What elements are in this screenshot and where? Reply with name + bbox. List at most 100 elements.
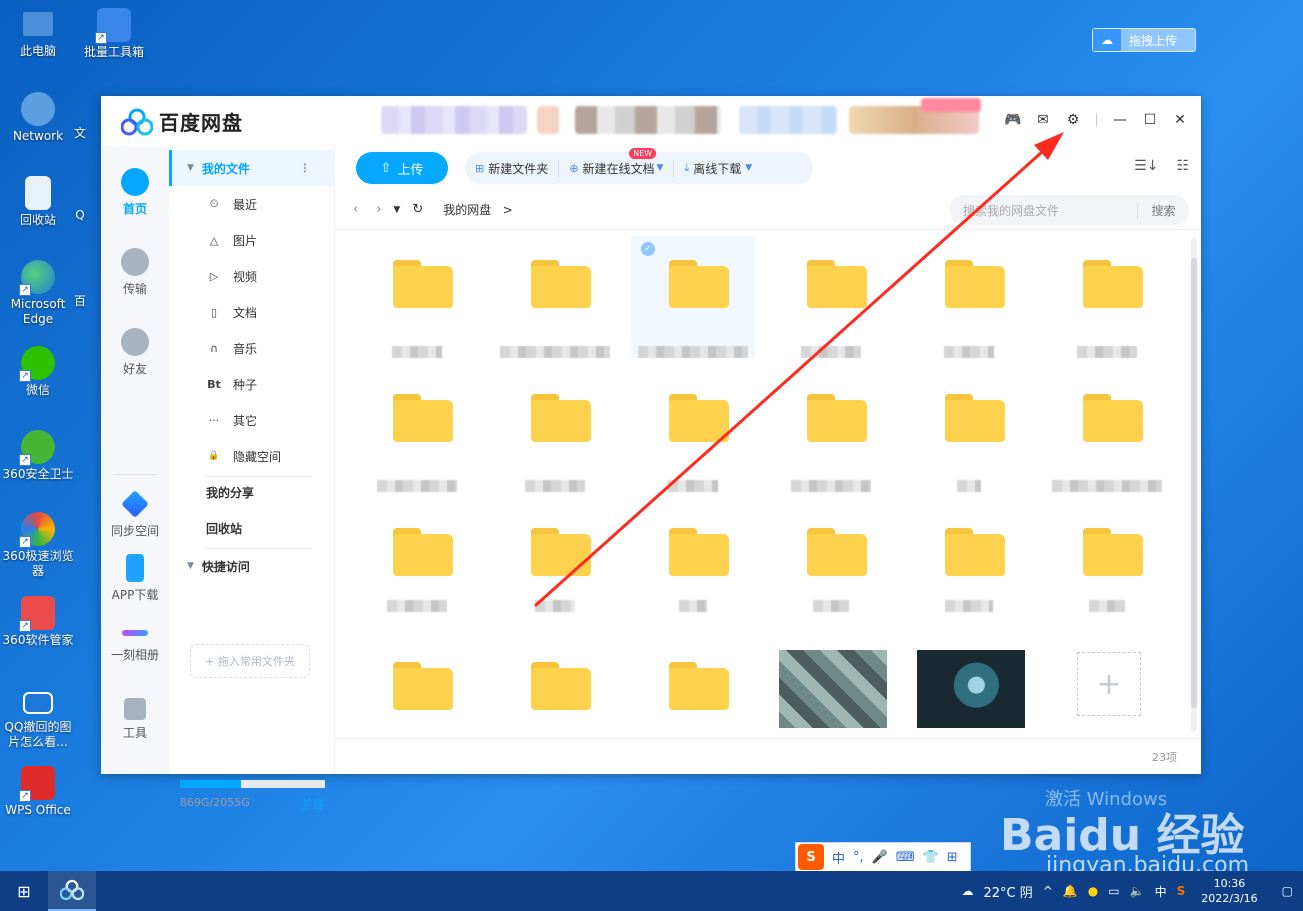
rail-home[interactable]: 首页 [101,168,169,217]
new-folder-button[interactable]: ⊞ 新建文件夹 [465,160,558,177]
file-item[interactable] [631,638,755,735]
file-item[interactable] [769,504,893,626]
forward-icon[interactable]: › [376,202,381,217]
upload-file-tile[interactable]: +上传文件 [1045,638,1169,735]
file-item[interactable] [907,236,1031,358]
desktop-icon-partial-doc[interactable]: 文 [60,110,100,141]
file-item[interactable] [355,638,479,735]
volume-icon[interactable]: 🔈 [1130,884,1145,898]
new-online-doc-button[interactable]: ⊕ 新建在线文档 ▼ NEW [558,147,673,177]
desktop-icon-qq-recall[interactable]: QQ撤回的图片怎么看... [0,688,76,750]
sidebar-item-docs[interactable]: ▯ 文档 [169,294,335,330]
file-item[interactable] [769,236,893,358]
rail-tools[interactable]: 工具 [101,698,169,741]
file-item[interactable] [493,504,617,626]
desktop-icon-batch-tools[interactable]: ↗ 批量工具箱 [76,8,152,60]
search-button[interactable]: 搜索 [1137,201,1189,219]
mail-icon[interactable]: ✉ [1028,106,1058,134]
sogou-tray-icon[interactable]: S [1177,884,1186,898]
sidebar-my-files[interactable]: ▼ 我的文件 ⋮ [169,150,335,186]
sidebar-item-other[interactable]: ··· 其它 [169,402,335,438]
upload-button[interactable]: ⇧ 上传 [356,152,448,184]
file-item[interactable] [907,504,1031,626]
file-item[interactable] [631,504,755,626]
weather-icon[interactable]: ☁ [962,884,974,898]
file-item[interactable] [1045,370,1169,492]
history-dropdown-icon[interactable]: ▼ [393,205,400,215]
tray-ime[interactable]: 中 [1155,883,1167,900]
toolbox-icon[interactable]: ⊞ [947,850,958,865]
sort-icon[interactable]: ☰↓ [1134,158,1158,174]
sidebar-item-videos[interactable]: ▷ 视频 [169,258,335,294]
sogou-logo-icon[interactable]: S [798,844,824,870]
desktop-icon-partial-q[interactable]: Q [60,192,100,223]
ime-punct[interactable]: °, [853,850,864,865]
desktop-icon-wechat[interactable]: ↗ 微信 [0,346,76,398]
keyboard-icon[interactable]: ⌨ [896,850,915,865]
desktop-icon-partial-baidu[interactable]: 百 [60,278,100,309]
selected-check-icon[interactable]: ✓ [641,242,655,256]
rail-transfer[interactable]: 传输 [101,248,169,297]
add-file-icon[interactable]: + [1077,652,1141,716]
desktop-icon-wps[interactable]: ↗ WPS Office [0,766,76,818]
vertical-scrollbar[interactable] [1191,238,1197,732]
expand-storage-link[interactable]: 扩容 [302,796,324,812]
file-item[interactable] [769,638,893,735]
file-item[interactable]: ✓ [631,236,755,358]
desktop-icon-this-pc[interactable]: 此电脑 [0,8,76,59]
maximize-button[interactable]: ☐ [1135,106,1165,134]
ime-mode[interactable]: 中 [832,848,845,867]
notification-bell-icon[interactable]: 🔔 [1063,884,1078,898]
windows-start-icon[interactable]: ⊞ [0,871,48,911]
skin-icon[interactable]: 👕 [923,850,939,865]
game-icon[interactable]: 🎮 [998,106,1028,134]
close-button[interactable]: ✕ [1165,106,1195,134]
rail-album[interactable]: 一刻相册 [101,622,169,663]
rail-app-download[interactable]: APP下载 [101,554,169,603]
rail-sync-space[interactable]: 同步空间 [101,490,169,539]
rail-friends[interactable]: 好友 [101,328,169,377]
file-item[interactable] [355,236,479,358]
weather-text[interactable]: 22°C 阴 [984,882,1033,901]
file-item[interactable] [907,638,1031,735]
network-tray-icon[interactable]: ▭ [1108,884,1119,898]
sidebar-item-images[interactable]: △ 图片 [169,222,335,258]
file-item[interactable] [355,370,479,492]
back-icon[interactable]: ‹ [353,202,358,217]
notification-center-icon[interactable]: ▢ [1282,884,1293,898]
scroll-thumb[interactable] [1191,258,1197,708]
drag-upload-widget[interactable]: ☁ 拖拽上传 [1092,28,1196,52]
sidebar-item-hidden-space[interactable]: 🔒 隐藏空间 [169,438,335,474]
file-item[interactable] [493,236,617,358]
file-item[interactable] [493,638,617,735]
360-tray-icon[interactable]: ● [1088,884,1098,898]
refresh-icon[interactable]: ↻ [412,202,423,217]
desktop-icon-360-software[interactable]: ↗ 360软件管家 [0,596,76,648]
file-item[interactable] [907,370,1031,492]
desktop-icon-360-safe[interactable]: ↗ 360安全卫士 [0,430,76,482]
breadcrumb[interactable]: 我的网盘 > [443,201,513,218]
settings-icon[interactable]: ⚙ [1058,106,1088,134]
taskbar-baidu-netdisk[interactable] [48,871,96,911]
file-item[interactable] [769,370,893,492]
sidebar-recycle[interactable]: 回收站 [169,510,335,546]
file-item[interactable] [631,370,755,492]
more-icon[interactable]: ⋮ [299,161,311,175]
file-item[interactable] [355,504,479,626]
sidebar-quick-access[interactable]: ▼ 快捷访问 [169,548,335,584]
file-item[interactable] [1045,504,1169,626]
sidebar-my-share[interactable]: 我的分享 [169,474,335,510]
sidebar-item-torrents[interactable]: Bt 种子 [169,366,335,402]
title-bar[interactable]: 百度网盘 🎮 ✉ ⚙ — ☐ ✕ [101,96,1201,146]
clock[interactable]: 10:36 2022/3/16 [1201,876,1257,906]
file-item[interactable] [493,370,617,492]
search-input[interactable]: 搜索我的网盘文件 [949,202,1137,219]
add-favorite-folder-dropzone[interactable]: + 拖入常用文件夹 [190,644,310,678]
microphone-icon[interactable]: 🎤 [872,850,888,865]
sidebar-item-music[interactable]: ∩ 音乐 [169,330,335,366]
sidebar-item-recent[interactable]: ⏲ 最近 [169,186,335,222]
file-item[interactable] [1045,236,1169,358]
tray-expand-icon[interactable]: ^ [1043,884,1053,898]
minimize-button[interactable]: — [1105,106,1135,134]
desktop-icon-360-browser[interactable]: ↗ 360极速浏览器 [0,512,76,579]
